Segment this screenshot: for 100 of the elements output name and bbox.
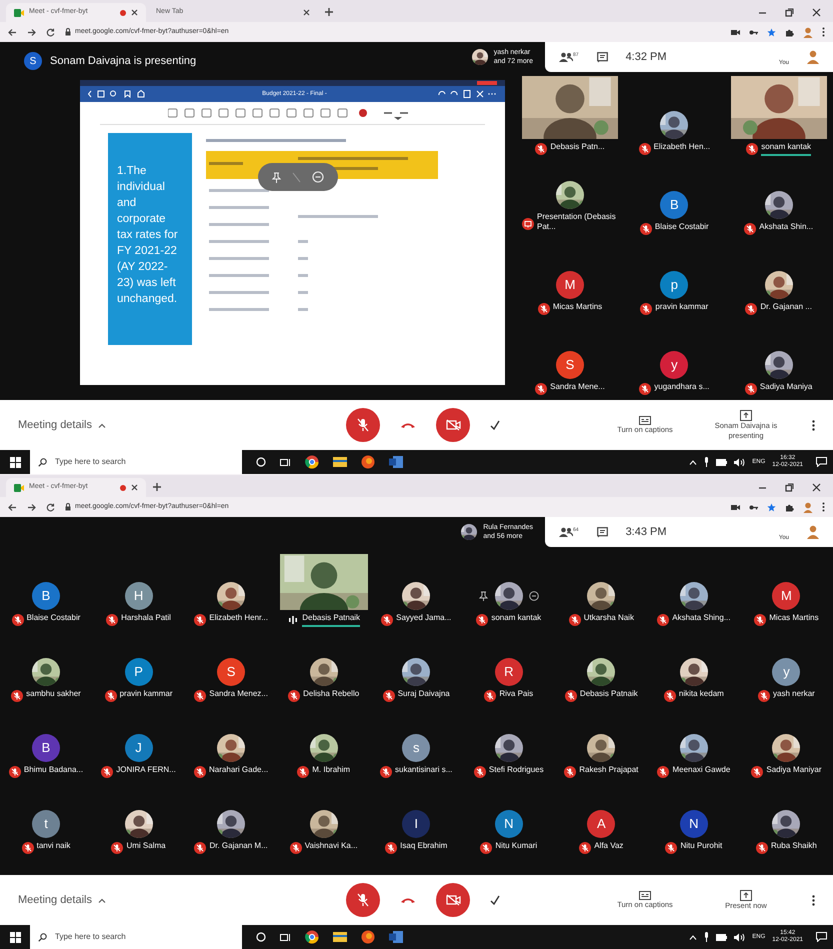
folder-icon[interactable] bbox=[333, 456, 347, 468]
document-icon[interactable] bbox=[389, 456, 403, 468]
camera-button[interactable] bbox=[436, 883, 470, 917]
avatar-initial: N bbox=[494, 810, 523, 838]
camera-icon[interactable] bbox=[731, 504, 740, 510]
presenter-avatar: S bbox=[24, 52, 42, 70]
back-icon[interactable] bbox=[8, 28, 17, 36]
taskbar-search-field[interactable]: Type here to search bbox=[30, 450, 242, 474]
participant-name: Sadiya Maniyar bbox=[766, 765, 822, 776]
restore-icon[interactable] bbox=[785, 483, 794, 492]
remove-icon[interactable] bbox=[528, 591, 539, 601]
status-indicator bbox=[477, 81, 497, 85]
new-tab-icon[interactable] bbox=[324, 7, 334, 17]
camera-icon[interactable] bbox=[731, 28, 740, 36]
notification-icon[interactable] bbox=[816, 932, 827, 942]
participant-name: Rakesh Prajapat bbox=[579, 765, 638, 776]
microphone-button[interactable] bbox=[346, 883, 380, 917]
avatar-icon[interactable] bbox=[803, 26, 813, 38]
more-icon[interactable] bbox=[812, 420, 815, 430]
speaker-icon[interactable] bbox=[734, 458, 746, 466]
participant-name: Sandra Menez... bbox=[209, 689, 268, 700]
chevron-up-icon bbox=[98, 898, 106, 902]
search-icon bbox=[38, 932, 47, 942]
folder-icon[interactable] bbox=[333, 931, 347, 943]
browser-icon[interactable] bbox=[305, 455, 319, 469]
forward-icon[interactable] bbox=[27, 28, 36, 36]
check-icon[interactable] bbox=[490, 895, 500, 905]
avatar-initial: R bbox=[494, 658, 523, 686]
avatar-initial: y bbox=[772, 658, 800, 686]
close-window-icon[interactable] bbox=[812, 8, 821, 17]
chat-icon[interactable] bbox=[596, 52, 608, 62]
participant-name: Sayyed Jama... bbox=[396, 613, 452, 624]
browser-icon[interactable] bbox=[305, 930, 319, 944]
key-icon[interactable] bbox=[749, 504, 758, 510]
avatar-icon[interactable] bbox=[803, 502, 813, 512]
participant-name: yugandhara s... bbox=[654, 382, 710, 393]
participant-name: Elizabeth Henr... bbox=[209, 613, 268, 624]
battery-icon[interactable] bbox=[716, 458, 728, 466]
battery-icon[interactable] bbox=[716, 934, 728, 940]
more-icon[interactable] bbox=[812, 894, 815, 906]
close-icon[interactable] bbox=[303, 9, 310, 16]
notification-icon[interactable] bbox=[816, 457, 827, 467]
participant-name: sukantisinari s... bbox=[395, 765, 452, 776]
hang-up-icon[interactable] bbox=[400, 896, 416, 904]
participant-name: Riva Pais bbox=[499, 689, 534, 700]
lock-icon bbox=[65, 503, 71, 511]
camera-off-icon bbox=[446, 894, 460, 906]
chevron-up-icon[interactable] bbox=[689, 934, 698, 940]
circle-icon[interactable] bbox=[256, 932, 266, 942]
new-tab-icon[interactable] bbox=[152, 482, 162, 492]
circle-icon[interactable] bbox=[256, 457, 266, 467]
avatar-initial: I bbox=[402, 810, 430, 838]
microphone-icon[interactable] bbox=[704, 932, 710, 942]
speaker-icon[interactable] bbox=[734, 932, 746, 942]
reload-icon[interactable] bbox=[46, 28, 55, 36]
participant-name: Presentation (Debasis Pat... bbox=[537, 212, 617, 233]
task-view-icon[interactable] bbox=[280, 458, 291, 466]
participant-name: Akshata Shing... bbox=[672, 613, 730, 624]
star-icon[interactable] bbox=[767, 502, 776, 512]
chat-icon[interactable] bbox=[596, 526, 608, 538]
fox-icon[interactable] bbox=[361, 930, 375, 944]
puzzle-icon[interactable] bbox=[785, 28, 794, 36]
back-icon[interactable] bbox=[8, 502, 17, 512]
check-icon[interactable] bbox=[490, 420, 500, 430]
camera-button[interactable] bbox=[436, 408, 470, 442]
avatar-initial: M bbox=[556, 271, 584, 299]
pin-icon[interactable] bbox=[478, 591, 488, 601]
star-icon[interactable] bbox=[767, 28, 776, 36]
close-window-icon[interactable] bbox=[812, 483, 821, 492]
forward-icon[interactable] bbox=[27, 502, 36, 512]
close-icon[interactable] bbox=[131, 9, 138, 16]
meeting-details-button[interactable]: Meeting details bbox=[18, 892, 318, 908]
participant-name: Sadiya Maniya bbox=[760, 382, 812, 393]
restore-icon[interactable] bbox=[785, 8, 794, 17]
microphone-icon[interactable] bbox=[704, 457, 710, 467]
close-icon[interactable] bbox=[131, 484, 138, 491]
taskbar-search-field[interactable]: Type here to search bbox=[30, 925, 242, 949]
windows-icon[interactable] bbox=[10, 932, 20, 942]
reload-icon[interactable] bbox=[46, 502, 55, 512]
chevron-up-icon[interactable] bbox=[689, 460, 698, 464]
avatar-initial: t bbox=[32, 810, 60, 838]
windows-icon[interactable] bbox=[10, 456, 20, 468]
puzzle-icon[interactable] bbox=[785, 502, 794, 512]
app-actions-icons-drawing[interactable] bbox=[437, 90, 497, 98]
key-icon[interactable] bbox=[749, 28, 758, 36]
avatar-initial: y bbox=[660, 351, 688, 379]
hang-up-icon[interactable] bbox=[400, 421, 416, 429]
avatar-initial: H bbox=[124, 582, 153, 610]
participant-name: Debasis Patnaik bbox=[580, 689, 638, 700]
participant-name: Nitu Kumari bbox=[495, 841, 538, 852]
meeting-details-button[interactable]: Meeting details bbox=[18, 416, 318, 434]
participant-name: Dr. Gajanan ... bbox=[760, 302, 812, 313]
more-icon[interactable] bbox=[822, 27, 825, 37]
avatar-initial: B bbox=[32, 734, 60, 762]
task-view-icon[interactable] bbox=[280, 932, 291, 942]
fox-icon[interactable] bbox=[361, 455, 375, 469]
microphone-button[interactable] bbox=[346, 408, 380, 442]
document-icon[interactable] bbox=[389, 931, 403, 943]
more-icon[interactable] bbox=[822, 502, 825, 512]
participant-name: Alfa Vaz bbox=[594, 841, 624, 852]
